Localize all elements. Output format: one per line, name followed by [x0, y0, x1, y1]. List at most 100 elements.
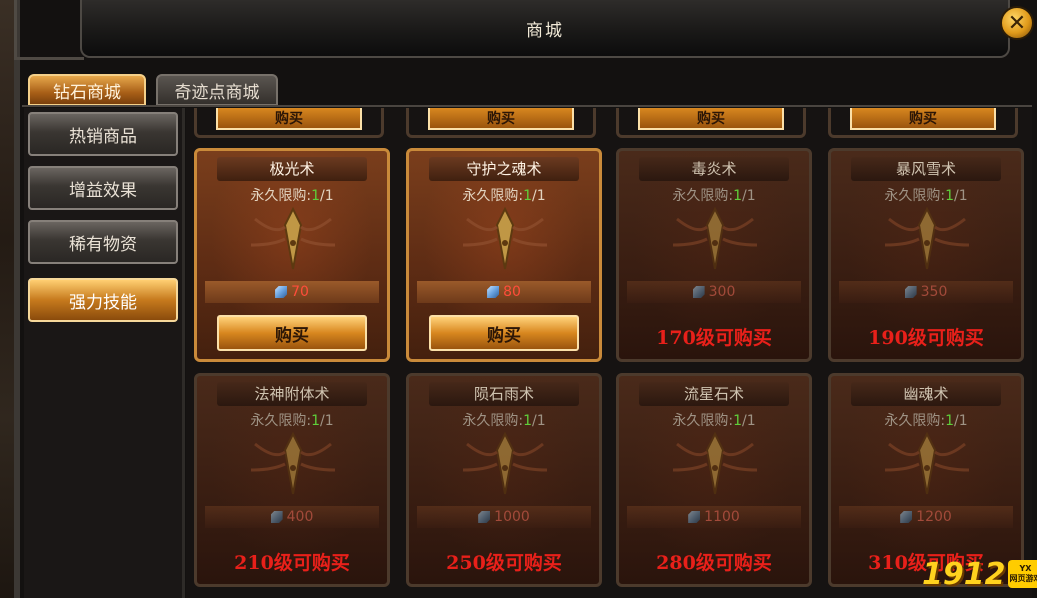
skill-card[interactable]: 流星石术永久限购:1/1 1100 280级可购买 — [616, 373, 812, 587]
close-icon: ✕ — [1007, 10, 1027, 36]
price-value: 1200 — [916, 509, 952, 525]
skill-card[interactable]: 暴风雪术永久限购:1/1 350 190级可购买 — [828, 148, 1024, 362]
skill-emblem-icon — [457, 205, 553, 273]
price-bar: 1100 — [627, 506, 801, 528]
limit-count: 1 — [523, 188, 532, 204]
limit-label: 永久限购: — [672, 188, 734, 204]
watermark-badge: YX 网页游戏 — [1007, 560, 1037, 588]
skill-emblem-icon — [245, 205, 341, 273]
price-value: 400 — [286, 509, 314, 525]
limit-label: 永久限购: — [250, 413, 312, 429]
watermark-badge-top: YX — [1019, 564, 1032, 573]
price-bar: 350 — [839, 281, 1013, 303]
limit-count: 1 — [733, 413, 742, 429]
site-watermark: 1912 YX 网页游戏 — [922, 556, 1037, 592]
diamond-icon — [900, 511, 913, 523]
skill-name: 守护之魂术 — [429, 157, 579, 181]
limit-total: /1 — [320, 188, 334, 204]
diamond-icon — [688, 511, 701, 523]
sidebar-item-rare[interactable]: 稀有物资 — [28, 220, 178, 264]
tab-miracle-shop[interactable]: 奇迹点商城 — [156, 74, 278, 106]
purchase-limit: 永久限购:1/1 — [197, 410, 387, 430]
level-requirement: 170级可购买 — [656, 327, 772, 349]
tab-divider — [22, 105, 1032, 107]
limit-count: 1 — [945, 188, 954, 204]
item-grid[interactable]: 购买 购买 购买 购买 极光术 永久限购:1/1 70 购买 守护之魂术 永久限购:1/1… — [186, 108, 1032, 598]
buy-button[interactable]: 购买 — [217, 315, 367, 351]
limit-total: /1 — [742, 188, 756, 204]
skill-emblem-icon — [879, 205, 975, 273]
level-requirement: 190级可购买 — [868, 327, 984, 349]
price-value: 70 — [291, 284, 309, 300]
skill-name: 法神附体术 — [217, 382, 367, 406]
diamond-icon — [904, 286, 917, 298]
frame-ornament-left — [14, 0, 84, 60]
purchase-limit: 永久限购:1/1 — [409, 410, 599, 430]
skill-emblem-icon — [457, 430, 553, 498]
skill-card[interactable]: 陨石雨术 永久限购:1/1 1000 250级可购买 — [406, 373, 602, 587]
skill-card[interactable]: 极光术永久限购:1/1 70 购买 — [194, 148, 390, 362]
purchase-limit: 永久限购:1/1 — [197, 185, 387, 205]
diamond-icon — [478, 511, 491, 523]
diamond-icon — [487, 286, 500, 298]
limit-total: /1 — [532, 413, 546, 429]
limit-total: /1 — [532, 188, 546, 204]
sidebar-item-buffs[interactable]: 增益效果 — [28, 166, 178, 210]
limit-total: /1 — [954, 413, 968, 429]
limit-count: 1 — [733, 188, 742, 204]
partial-buy-button[interactable]: 购买 — [216, 108, 362, 130]
limit-count: 1 — [523, 413, 532, 429]
level-requirement: 280级可购买 — [656, 552, 772, 574]
price-bar: 300 — [627, 281, 801, 303]
limit-label: 永久限购: — [462, 413, 524, 429]
purchase-limit: 永久限购:1/1 — [409, 185, 599, 205]
sidebar-item-skills[interactable]: 强力技能 — [28, 278, 178, 322]
sidebar-item-hot[interactable]: 热销商品 — [28, 112, 178, 156]
limit-total: /1 — [742, 413, 756, 429]
price-value: 300 — [708, 284, 736, 300]
window-title: 商城 — [526, 21, 564, 41]
price-bar: 1200 — [839, 506, 1013, 528]
partial-buy-button[interactable]: 购买 — [428, 108, 574, 130]
partial-buy-button[interactable]: 购买 — [850, 108, 996, 130]
price-value: 1100 — [704, 509, 740, 525]
partial-buy-button[interactable]: 购买 — [638, 108, 784, 130]
skill-name: 极光术 — [217, 157, 367, 181]
purchase-limit: 永久限购:1/1 — [831, 410, 1021, 430]
skill-card[interactable]: 法神附体术 永久限购:1/1 400 210级可购买 — [194, 373, 390, 587]
skill-name: 暴风雪术 — [851, 157, 1001, 181]
watermark-badge-bottom: 网页游戏 — [1009, 574, 1037, 583]
skill-emblem-icon — [667, 430, 763, 498]
diamond-icon — [270, 511, 283, 523]
limit-count: 1 — [311, 188, 320, 204]
limit-total: /1 — [320, 413, 334, 429]
skill-name: 流星石术 — [639, 382, 789, 406]
price-value: 1000 — [494, 509, 530, 525]
price-value: 350 — [920, 284, 948, 300]
skill-card[interactable]: 毒炎术 永久限购:1/1 300 170级可购买 — [616, 148, 812, 362]
limit-label: 永久限购: — [250, 188, 312, 204]
limit-label: 永久限购: — [672, 413, 734, 429]
purchase-limit: 永久限购:1/1 — [831, 185, 1021, 205]
limit-total: /1 — [954, 188, 968, 204]
level-requirement: 250级可购买 — [446, 552, 562, 574]
skill-card[interactable]: 幽魂术 永久限购:1/1 1200 310级可购买 — [828, 373, 1024, 587]
close-button[interactable]: ✕ — [1000, 6, 1034, 40]
skill-emblem-icon — [245, 430, 341, 498]
limit-count: 1 — [945, 413, 954, 429]
skill-card[interactable]: 守护之魂术永久限购:1/1 80 购买 — [406, 148, 602, 362]
limit-label: 永久限购: — [884, 188, 946, 204]
buy-button[interactable]: 购买 — [429, 315, 579, 351]
price-value: 80 — [503, 284, 521, 300]
diamond-icon — [692, 286, 705, 298]
skill-name: 幽魂术 — [851, 382, 1001, 406]
tab-diamond-shop[interactable]: 钻石商城 — [28, 74, 146, 106]
price-bar: 1000 — [417, 506, 591, 528]
price-bar: 80 — [417, 281, 591, 303]
skill-emblem-icon — [879, 430, 975, 498]
category-sidebar: 热销商品 增益效果 稀有物资 强力技能 — [24, 108, 185, 598]
skill-emblem-icon — [667, 205, 763, 273]
price-bar: 70 — [205, 281, 379, 303]
limit-label: 永久限购: — [884, 413, 946, 429]
title-bar: 商城 — [80, 0, 1010, 58]
